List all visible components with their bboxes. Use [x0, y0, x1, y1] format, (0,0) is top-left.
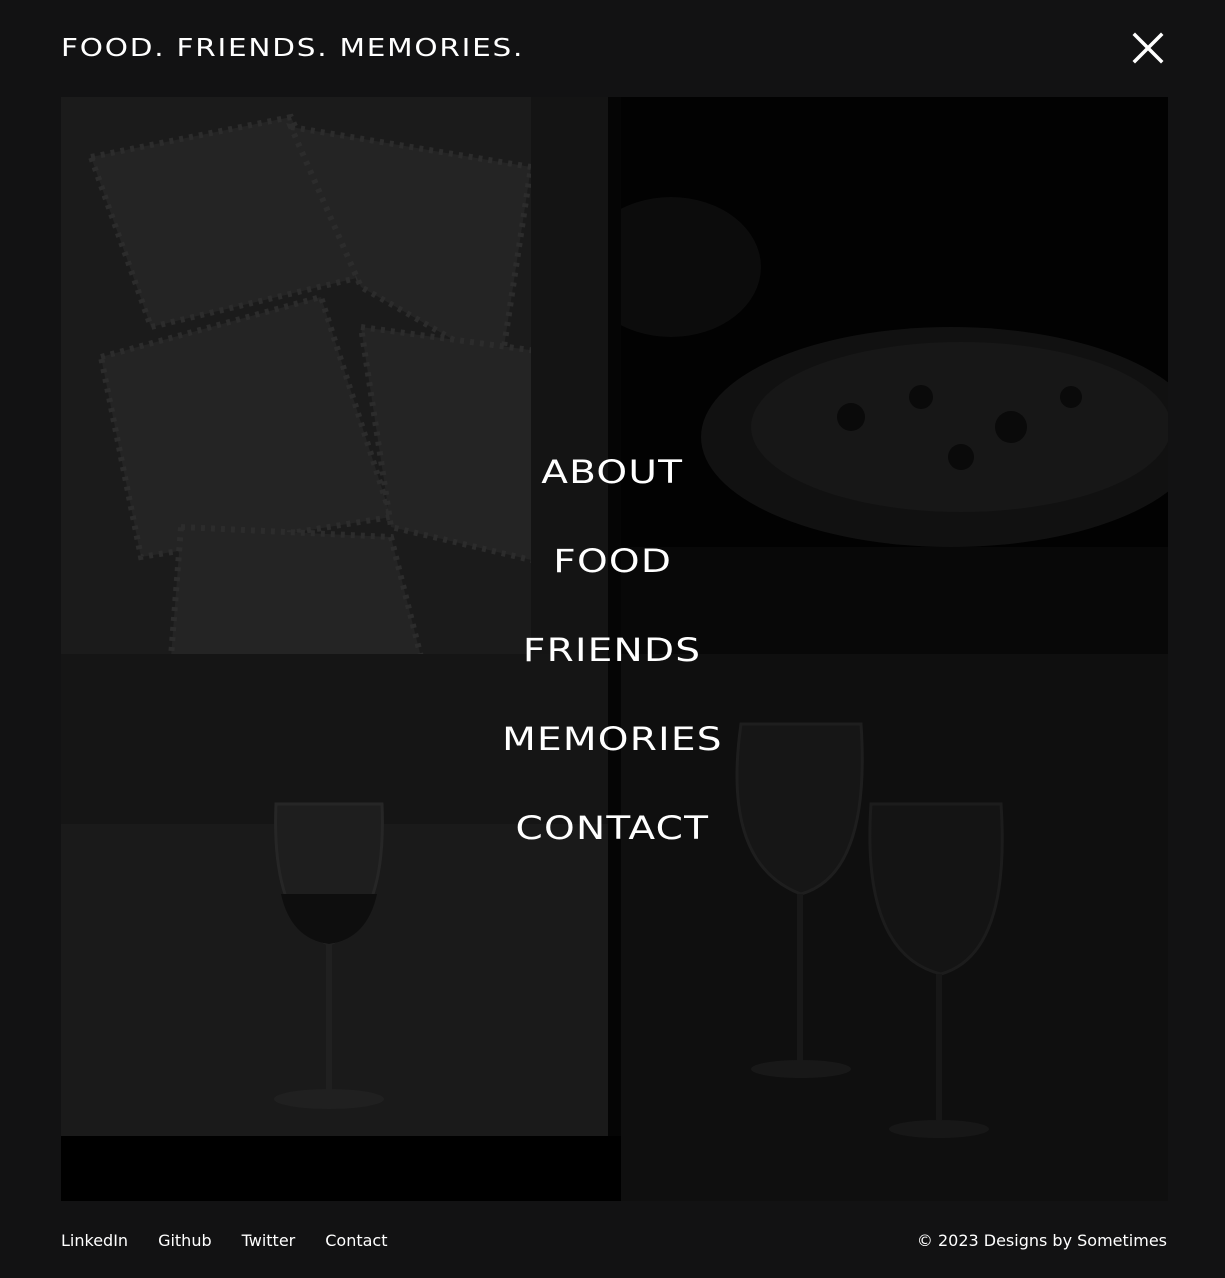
menu-link-contact[interactable]: CONTACT	[516, 796, 710, 860]
footer-link-twitter[interactable]: Twitter	[242, 1229, 296, 1253]
main-menu: ABOUT FOOD FRIENDS MEMORIES CONTACT	[0, 440, 1225, 885]
footer-social-links: LinkedIn Github Twitter Contact	[61, 1229, 388, 1253]
menu-item-memories: MEMORIES	[0, 707, 1225, 796]
footer-link-github[interactable]: Github	[158, 1229, 212, 1253]
menu-item-food: FOOD	[0, 529, 1225, 618]
menu-link-food[interactable]: FOOD	[553, 529, 672, 593]
menu-overlay: FOOD. FRIENDS. MEMORIES. ABOUT FOOD FRIE…	[0, 0, 1225, 1278]
footer-link-linkedin[interactable]: LinkedIn	[61, 1229, 128, 1253]
menu-link-about[interactable]: ABOUT	[541, 440, 683, 504]
site-title[interactable]: FOOD. FRIENDS. MEMORIES.	[61, 33, 524, 63]
footer-link-contact[interactable]: Contact	[325, 1229, 387, 1253]
copyright-text: © 2023 Designs by Sometimes	[916, 1231, 1167, 1250]
menu-item-contact: CONTACT	[0, 796, 1225, 885]
collage-gap	[61, 1136, 621, 1201]
close-icon	[1132, 32, 1164, 64]
menu-item-about: ABOUT	[0, 440, 1225, 529]
close-menu-button[interactable]	[1128, 28, 1168, 68]
menu-link-friends[interactable]: FRIENDS	[523, 618, 701, 682]
menu-item-friends: FRIENDS	[0, 618, 1225, 707]
menu-link-memories[interactable]: MEMORIES	[502, 707, 723, 771]
